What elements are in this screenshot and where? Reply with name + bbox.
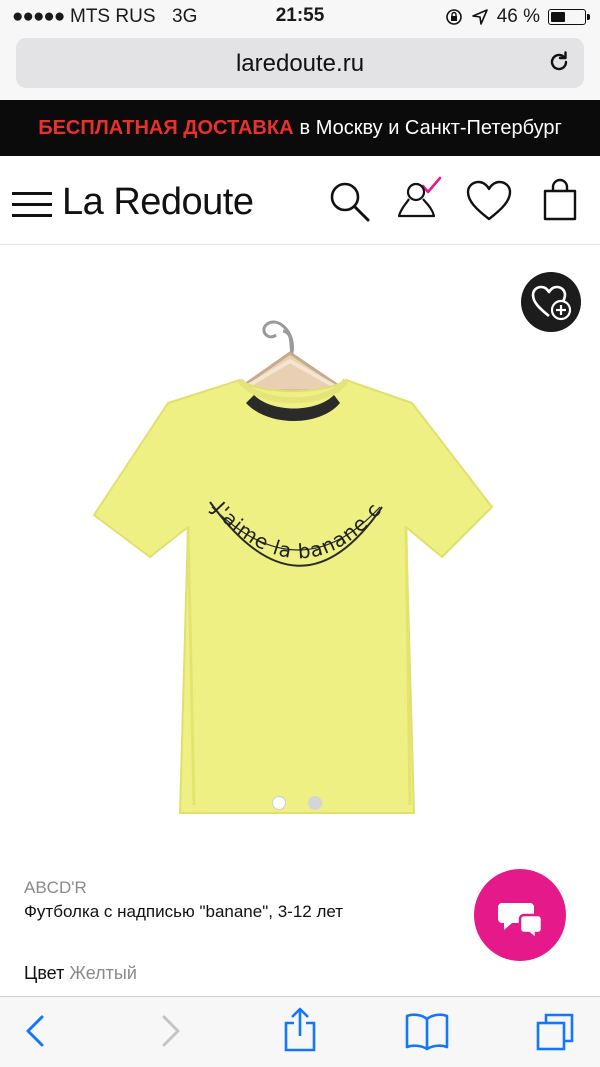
product-image[interactable]: J'aime la banane c'est super bon	[0, 226, 600, 845]
image-pagination	[272, 796, 322, 810]
color-label: Цвет	[24, 963, 65, 983]
browser-address-area: laredoute.ru	[0, 34, 600, 100]
wishlist-heart-icon[interactable]	[466, 180, 512, 222]
url-text[interactable]: laredoute.ru	[16, 50, 584, 78]
site-logo[interactable]: La Redoute	[62, 181, 254, 224]
location-icon	[471, 9, 488, 25]
product-brand[interactable]: ABCD'R	[24, 878, 87, 898]
chat-bubbles-icon	[498, 903, 544, 942]
bookmarks-icon[interactable]	[404, 1011, 450, 1051]
back-icon[interactable]	[22, 1013, 48, 1049]
shopping-bag-icon[interactable]	[542, 178, 578, 222]
search-icon[interactable]	[328, 180, 372, 224]
site-header: La Redoute	[0, 156, 600, 245]
menu-icon[interactable]	[12, 190, 52, 220]
heart-plus-icon	[531, 285, 572, 321]
promo-banner[interactable]: БЕСПЛАТНАЯ ДОСТАВКА в Москву и Санкт-Пет…	[0, 100, 600, 156]
account-icon[interactable]	[396, 176, 442, 224]
product-title: Футболка с надписью "banane", 3-12 лет	[24, 902, 344, 921]
product-color: Цвет Желтый	[24, 963, 137, 984]
browser-toolbar	[0, 996, 600, 1067]
share-icon[interactable]	[282, 1007, 318, 1053]
pagination-dot-2[interactable]	[308, 796, 322, 810]
pagination-dot-1[interactable]	[272, 796, 286, 810]
tabs-icon[interactable]	[534, 1011, 576, 1051]
promo-text: в Москву и Санкт-Петербург	[299, 116, 562, 139]
status-bar: ●●●●● MTS RUS 3G 21:55 46 %	[0, 0, 600, 34]
status-right: 46 %	[445, 6, 590, 28]
battery-level	[551, 12, 565, 22]
battery-icon	[548, 9, 590, 25]
address-bar[interactable]: laredoute.ru	[16, 38, 584, 88]
chat-button[interactable]	[474, 869, 566, 961]
tshirt-illustration: J'aime la banane c'est super bon	[0, 226, 493, 814]
forward-icon[interactable]	[158, 1013, 184, 1049]
rotation-lock-icon	[445, 9, 462, 25]
add-to-wishlist-button[interactable]	[521, 272, 581, 332]
battery-percent: 46 %	[496, 6, 540, 27]
color-value: Желтый	[69, 963, 137, 983]
promo-highlight: БЕСПЛАТНАЯ ДОСТАВКА	[38, 116, 294, 139]
reload-icon[interactable]	[546, 49, 572, 75]
